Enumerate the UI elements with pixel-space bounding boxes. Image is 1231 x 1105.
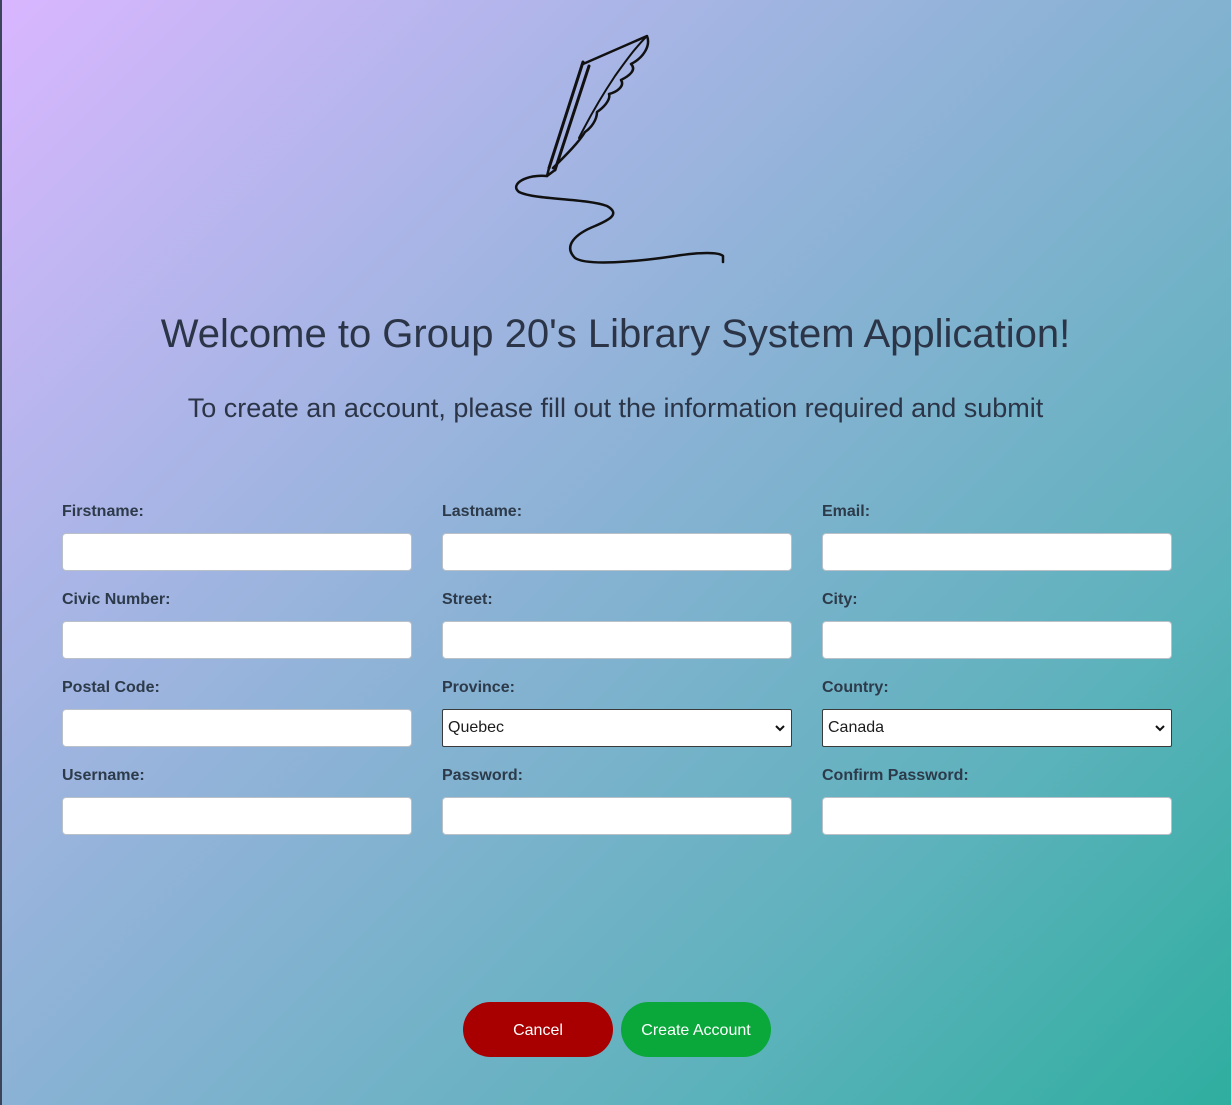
province-field-group: Province: Quebec bbox=[442, 679, 792, 747]
country-field-group: Country: Canada bbox=[822, 679, 1172, 747]
email-field-group: Email: bbox=[822, 503, 1172, 571]
password-input[interactable] bbox=[442, 797, 792, 835]
quill-pen-signature-icon bbox=[515, 34, 725, 264]
country-selected-value: Canada bbox=[828, 719, 885, 736]
civic-number-field-group: Civic Number: bbox=[62, 591, 412, 659]
password-field-group: Password: bbox=[442, 767, 792, 835]
chevron-down-icon bbox=[1155, 725, 1165, 732]
window-left-edge bbox=[0, 0, 2, 1105]
username-label: Username: bbox=[62, 767, 145, 784]
province-selected-value: Quebec bbox=[448, 719, 505, 736]
street-input[interactable] bbox=[442, 621, 792, 659]
lastname-field-group: Lastname: bbox=[442, 503, 792, 571]
postal-code-input[interactable] bbox=[62, 709, 412, 747]
password-label: Password: bbox=[442, 767, 523, 784]
country-label: Country: bbox=[822, 679, 889, 696]
lastname-input[interactable] bbox=[442, 533, 792, 571]
city-field-group: City: bbox=[822, 591, 1172, 659]
postal-code-field-group: Postal Code: bbox=[62, 679, 412, 747]
country-select[interactable]: Canada bbox=[822, 709, 1172, 747]
street-label: Street: bbox=[442, 591, 493, 608]
civic-number-input[interactable] bbox=[62, 621, 412, 659]
email-label: Email: bbox=[822, 503, 871, 520]
create-account-button[interactable]: Create Account bbox=[621, 1002, 771, 1057]
firstname-input[interactable] bbox=[62, 533, 412, 571]
chevron-down-icon bbox=[775, 725, 785, 732]
province-select[interactable]: Quebec bbox=[442, 709, 792, 747]
confirm-password-label: Confirm Password: bbox=[822, 767, 969, 784]
firstname-field-group: Firstname: bbox=[62, 503, 412, 571]
page-title: Welcome to Group 20's Library System App… bbox=[160, 312, 1071, 356]
page-subtitle: To create an account, please fill out th… bbox=[187, 393, 1044, 423]
firstname-label: Firstname: bbox=[62, 503, 144, 520]
city-label: City: bbox=[822, 591, 858, 608]
registration-form: Firstname: Lastname: Email: Civic Number… bbox=[62, 503, 1172, 835]
lastname-label: Lastname: bbox=[442, 503, 523, 520]
city-input[interactable] bbox=[822, 621, 1172, 659]
confirm-password-field-group: Confirm Password: bbox=[822, 767, 1172, 835]
email-input[interactable] bbox=[822, 533, 1172, 571]
postal-code-label: Postal Code: bbox=[62, 679, 160, 696]
civic-number-label: Civic Number: bbox=[62, 591, 171, 608]
street-field-group: Street: bbox=[442, 591, 792, 659]
username-field-group: Username: bbox=[62, 767, 412, 835]
cancel-button[interactable]: Cancel bbox=[463, 1002, 613, 1057]
username-input[interactable] bbox=[62, 797, 412, 835]
province-label: Province: bbox=[442, 679, 515, 696]
confirm-password-input[interactable] bbox=[822, 797, 1172, 835]
